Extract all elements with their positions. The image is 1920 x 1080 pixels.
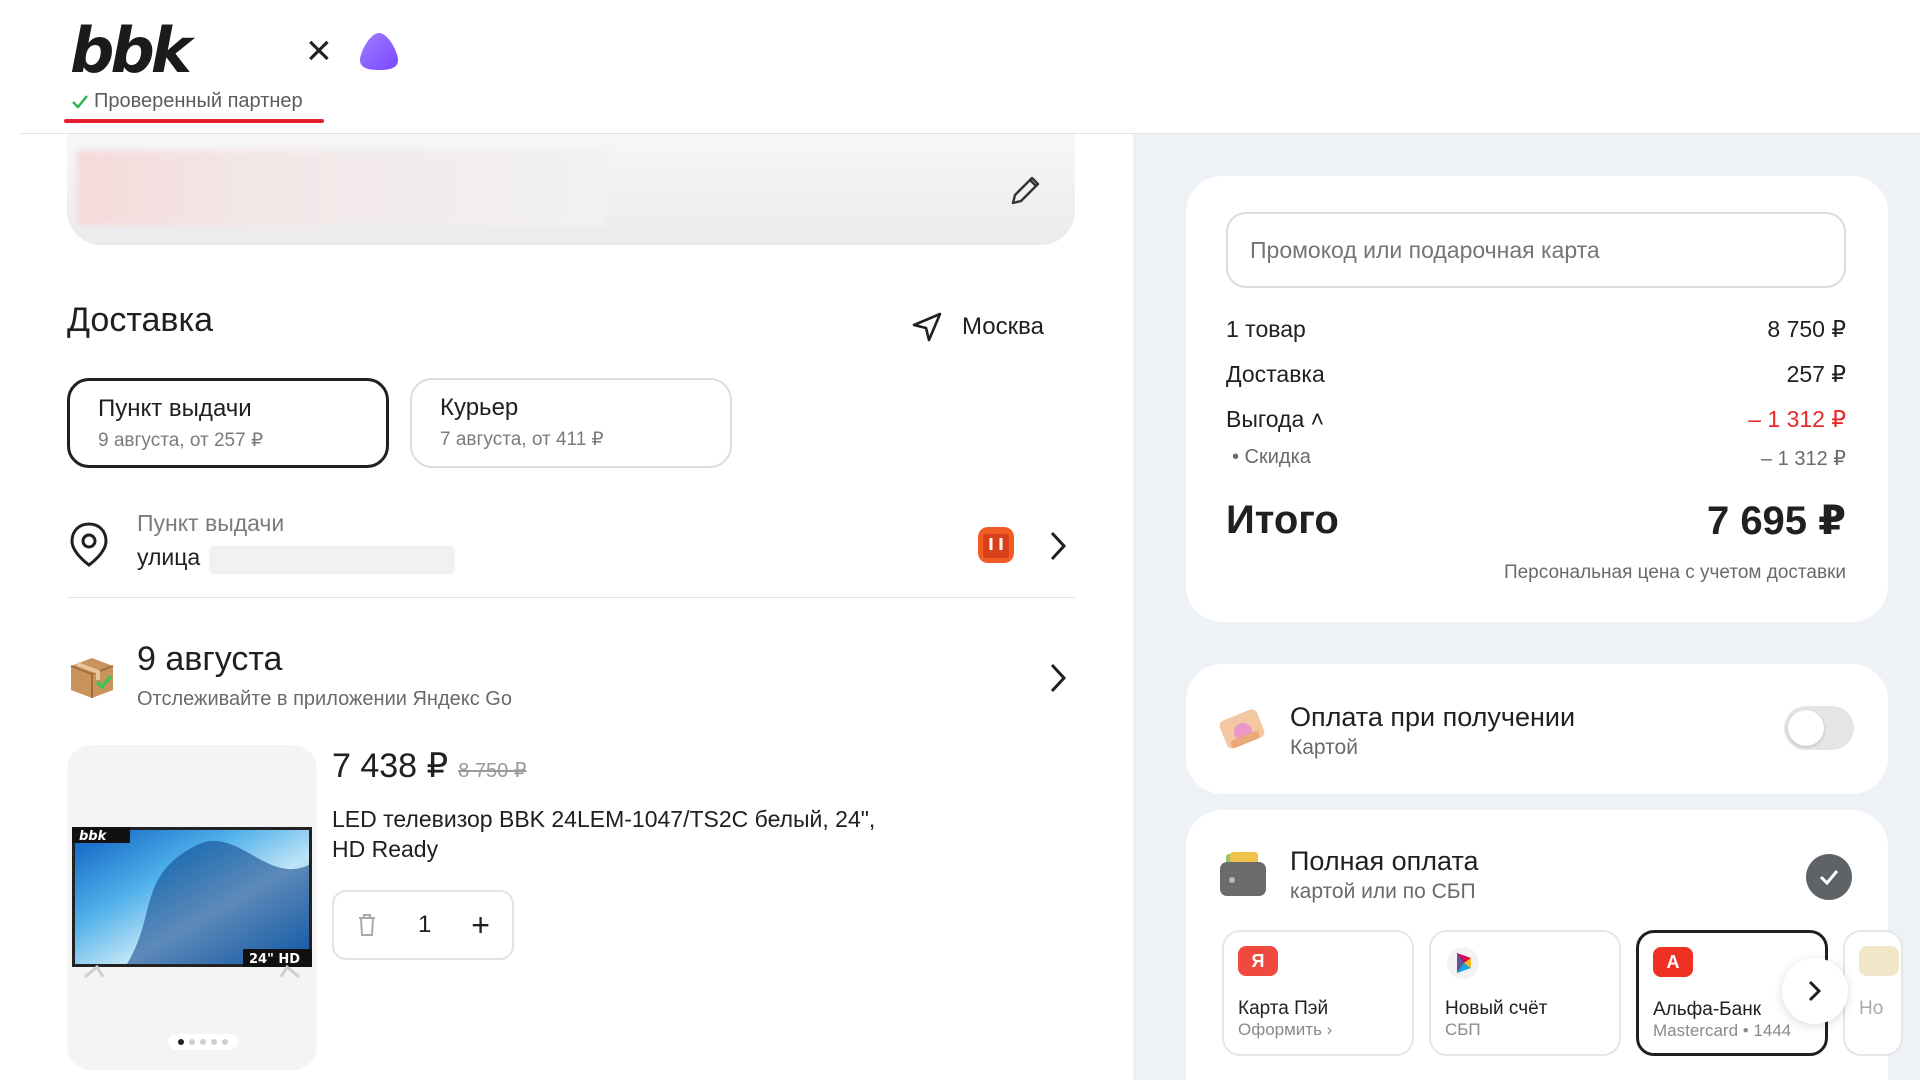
row-value: – 1 312 ₽ [1748, 406, 1846, 432]
svg-text:bbk: bbk [70, 22, 196, 80]
row-label: Выгода ˄ [1226, 406, 1325, 432]
quantity-value: 1 [417, 911, 432, 938]
row-value: 8 750 ₽ [1767, 316, 1846, 342]
method-title: Карта Пэй [1238, 998, 1329, 1019]
summary-row: Доставка 257 ₽ [1226, 361, 1846, 388]
method-yandex-pay[interactable]: Я Карта Пэй Оформить › [1222, 930, 1414, 1056]
discount-row: • Скидка – 1 312 ₽ [1226, 446, 1846, 471]
product-image[interactable]: bbk 24" HD [67, 745, 317, 1070]
product-name[interactable]: LED телевизор BBK 24LEM-1047/TS2C белый,… [332, 804, 892, 864]
tracking-note: Отслеживайте в приложении Яндекс Go [137, 688, 512, 710]
pagination-dot [222, 1039, 228, 1045]
city-name: Москва [962, 313, 1044, 340]
pay-on-delivery-card[interactable]: Оплата при получении Картой [1186, 664, 1888, 794]
chevron-right-icon [1808, 980, 1822, 1002]
benefit-row[interactable]: Выгода ˄ – 1 312 ₽ [1226, 406, 1846, 433]
pay-on-delivery-sub: Картой [1290, 736, 1358, 759]
package-icon [70, 658, 114, 698]
shipment-row[interactable]: 9 августа Отслеживайте в приложении Янде… [67, 640, 1075, 720]
svg-text:24" HD: 24" HD [249, 952, 300, 967]
row-value: – 1 312 ₽ [1760, 448, 1846, 470]
pickup-provider-logo [978, 527, 1014, 563]
pagination-dot [189, 1039, 195, 1045]
card-icon [1859, 946, 1899, 976]
verified-partner[interactable]: Проверенный партнер [70, 90, 303, 113]
option-subtitle: 7 августа, от 411 ₽ [440, 429, 604, 450]
check-icon [72, 94, 88, 109]
pay-on-delivery-toggle[interactable] [1784, 706, 1854, 750]
total-value: 7 695 ₽ [1706, 499, 1846, 543]
blurred-content [77, 150, 607, 226]
alfa-bank-icon: А [1653, 947, 1693, 977]
card-terminal-icon [1219, 709, 1265, 749]
location-arrow-icon [912, 312, 942, 342]
method-title: Но [1859, 998, 1884, 1019]
option-subtitle: 9 августа, от 257 ₽ [98, 430, 264, 451]
alice-icon[interactable] [358, 30, 400, 72]
chevron-right-icon[interactable] [1045, 660, 1071, 696]
old-price: 8 750 ₽ [458, 760, 527, 782]
recipient-card[interactable] [67, 134, 1075, 245]
chevron-right-icon[interactable] [1045, 528, 1071, 564]
times-sign: × [306, 26, 332, 75]
selected-check[interactable] [1806, 854, 1852, 900]
summary-row: 1 товар 8 750 ₽ [1226, 316, 1846, 343]
sbp-icon [1447, 947, 1479, 979]
pagination-dot [200, 1039, 206, 1045]
method-title: Альфа-Банк [1653, 999, 1762, 1020]
wallet-icon [1220, 852, 1266, 896]
option-courier[interactable]: Курьер 7 августа, от 411 ₽ [410, 378, 732, 468]
promo-input[interactable] [1226, 212, 1846, 288]
row-label: Доставка [1226, 361, 1325, 387]
full-payment-sub: картой или по СБП [1290, 880, 1476, 903]
shipment-date: 9 августа [137, 640, 283, 678]
logo-row: bbk × [70, 22, 400, 80]
tv-image: bbk 24" HD [72, 827, 312, 979]
verified-underline [64, 119, 324, 123]
bbk-logo[interactable]: bbk [70, 22, 280, 80]
pagination-dot [211, 1039, 217, 1045]
quantity-stepper: 1 + [332, 890, 514, 960]
order-summary: 1 товар 8 750 ₽ Доставка 257 ₽ Выгода ˄ … [1186, 176, 1888, 622]
row-value: 257 ₽ [1786, 361, 1846, 387]
total-row: Итого 7 695 ₽ [1226, 498, 1846, 544]
option-title: Пункт выдачи [98, 395, 252, 422]
pickup-address: улица [137, 544, 201, 570]
delivery-title: Доставка [67, 301, 214, 339]
option-pickup[interactable]: Пункт выдачи 9 августа, от 257 ₽ [67, 378, 389, 468]
yandex-pay-icon: Я [1238, 946, 1278, 976]
pencil-icon[interactable] [1004, 170, 1046, 212]
method-sub: Оформить › [1238, 1020, 1333, 1039]
plus-button[interactable]: + [471, 909, 490, 941]
pagination-dot [178, 1039, 184, 1045]
header: bbk × Проверенный партнер [0, 0, 1920, 134]
svg-text:bbk: bbk [79, 829, 108, 844]
full-payment-card[interactable]: Полная оплата картой или по СБП Я Карта … [1186, 810, 1903, 1080]
row-label: • Скидка [1232, 446, 1311, 468]
image-pagination[interactable] [168, 1034, 238, 1050]
address-blurred [209, 546, 455, 574]
method-sbp[interactable]: Новый счёт СБП [1429, 930, 1621, 1056]
methods-next-button[interactable] [1782, 958, 1848, 1024]
row-label: 1 товар [1226, 316, 1306, 342]
method-sub: СБП [1445, 1020, 1481, 1039]
verified-label: Проверенный партнер [94, 90, 303, 112]
personal-price-note: Персональная цена с учетом доставки [1503, 562, 1846, 583]
checkmark-icon [1819, 870, 1839, 886]
option-title: Курьер [440, 394, 519, 421]
full-payment-title: Полная оплата [1290, 846, 1479, 876]
current-price: 7 438 ₽ [332, 747, 449, 785]
city-selector[interactable]: Москва [910, 310, 1044, 344]
product-price: 7 438 ₽ 8 750 ₽ [332, 746, 527, 786]
map-pin-icon [70, 522, 108, 567]
method-title: Новый счёт [1445, 998, 1548, 1019]
pickup-point-row[interactable]: Пункт выдачи улица [67, 506, 1075, 598]
total-label: Итого [1226, 498, 1339, 542]
method-sub: Mastercard • 1444 [1653, 1021, 1792, 1040]
trash-icon[interactable] [356, 912, 378, 938]
pay-on-delivery-title: Оплата при получении [1290, 702, 1576, 732]
method-partial[interactable]: Но [1843, 930, 1903, 1056]
pickup-label: Пункт выдачи [137, 510, 285, 536]
